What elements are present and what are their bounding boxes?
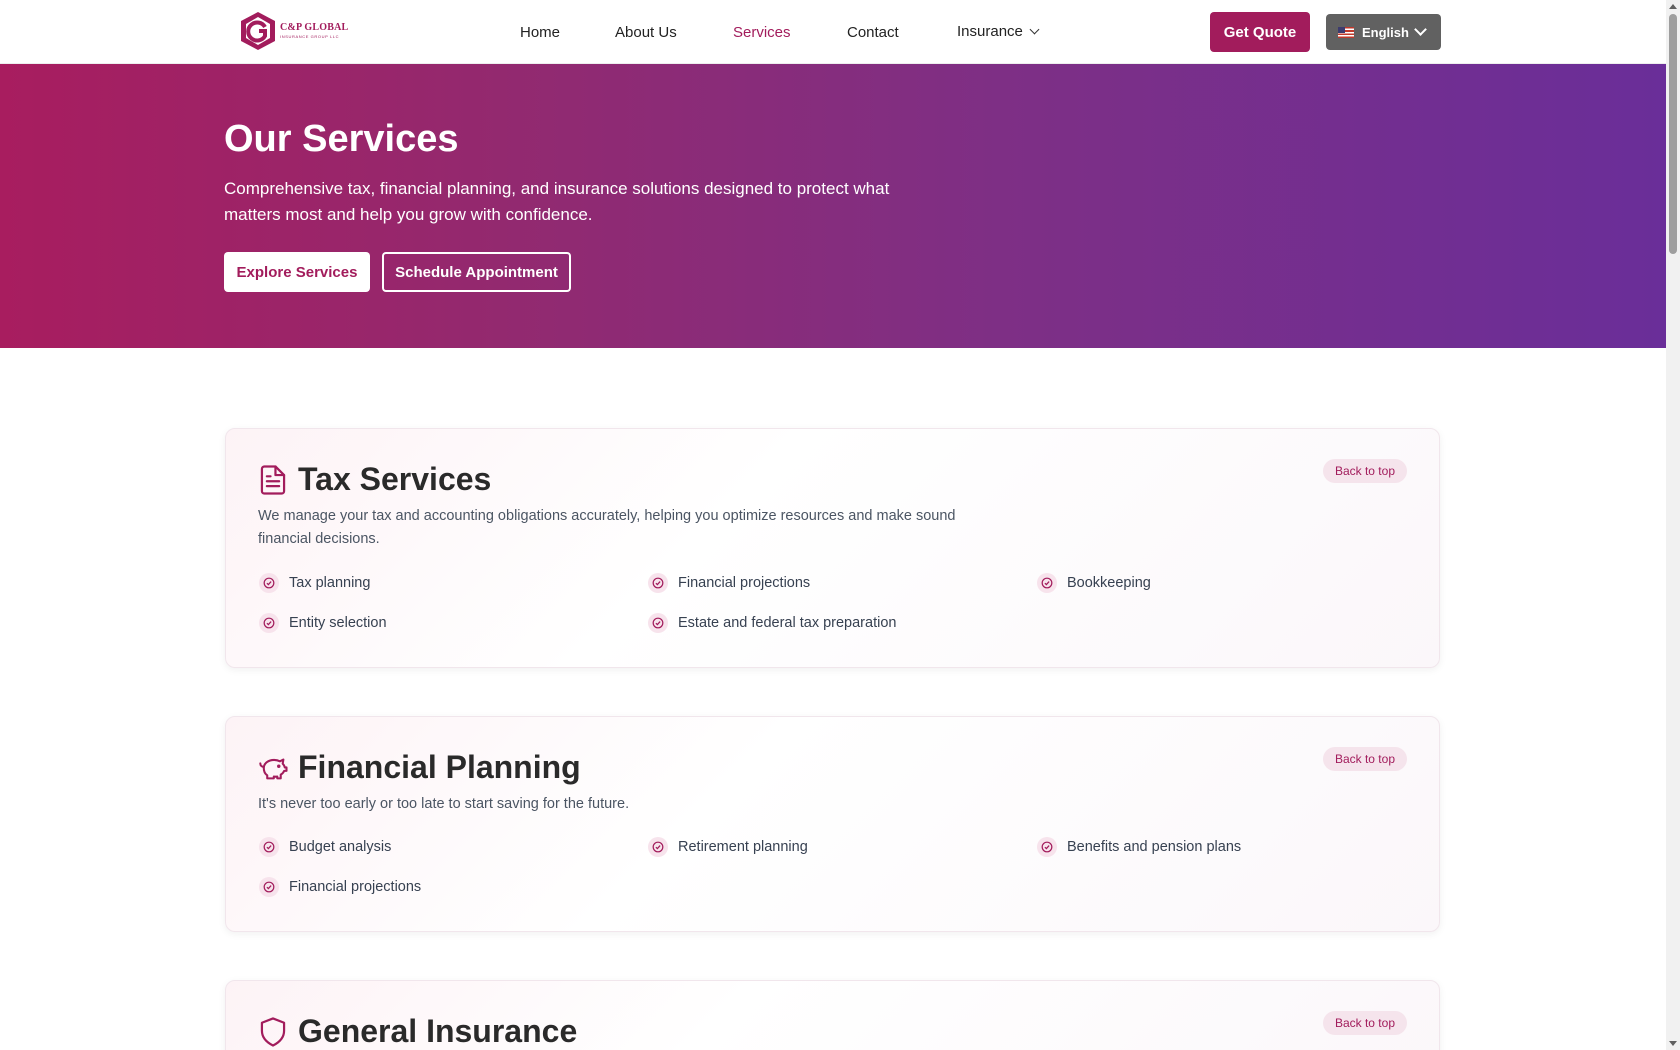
language-label: English [1362,24,1409,40]
document-icon [260,464,286,495]
back-to-top-button[interactable]: Back to top [1322,459,1407,483]
list-item: Financial projections [648,573,810,593]
back-to-top-button[interactable]: Back to top [1322,1011,1407,1035]
check-circle-icon [1037,573,1057,593]
check-circle-icon [648,613,668,633]
check-circle-icon [648,837,668,857]
check-circle-icon [259,573,279,593]
section-title: Tax Services [298,461,492,497]
logo-name: C&P GLOBAL [280,22,349,33]
logo-subtitle: INSURANCE GROUP LLC [280,34,340,39]
check-circle-icon [259,877,279,897]
section-tax-services: Tax Services Back to top We manage your … [225,428,1440,668]
list-item: Entity selection [259,613,387,633]
chevron-down-icon [1414,23,1427,36]
back-to-top-button[interactable]: Back to top [1322,747,1407,771]
logo-mark-icon [241,12,275,50]
get-quote-button[interactable]: Get Quote [1210,12,1310,52]
check-circle-icon [259,613,279,633]
shield-icon [260,1016,286,1047]
nav-services[interactable]: Services [733,24,791,41]
section-title: Financial Planning [298,749,581,785]
section-description: It's never too early or too late to star… [258,796,630,812]
list-item: Tax planning [259,573,370,593]
list-item: Benefits and pension plans [1037,837,1241,857]
site-header: C&P GLOBAL INSURANCE GROUP LLC Home Abou… [0,0,1666,64]
hero-banner: Our Services Comprehensive tax, financia… [0,64,1666,348]
nav-insurance-label: Insurance [957,23,1023,40]
scroll-down-icon[interactable] [1669,1041,1677,1046]
page-scrollbar[interactable] [1666,0,1680,1050]
list-item: Bookkeeping [1037,573,1151,593]
list-item: Retirement planning [648,837,808,857]
us-flag-icon [1338,26,1354,38]
list-item: Estate and federal tax preparation [648,613,896,633]
nav-insurance[interactable]: Insurance [957,23,1040,40]
check-circle-icon [648,573,668,593]
list-item: Budget analysis [259,837,391,857]
language-selector[interactable]: English [1326,14,1441,50]
check-circle-icon [259,837,279,857]
piggy-bank-icon [259,758,288,779]
logo[interactable]: C&P GLOBAL INSURANCE GROUP LLC [238,10,348,52]
schedule-appointment-button[interactable]: Schedule Appointment [382,252,571,292]
check-circle-icon [1037,837,1057,857]
explore-services-button[interactable]: Explore Services [224,252,370,292]
scroll-up-icon[interactable] [1669,4,1677,9]
section-description: We manage your tax and accounting obliga… [258,508,956,547]
section-title: General Insurance [298,1013,578,1049]
chevron-down-icon [1029,24,1040,35]
nav-contact[interactable]: Contact [847,24,899,41]
section-financial-planning: Financial Planning Back to top It's neve… [225,716,1440,932]
nav-home[interactable]: Home [520,24,560,41]
hero-subtitle: Comprehensive tax, financial planning, a… [224,179,890,224]
section-general-insurance: General Insurance Back to top [225,980,1440,1050]
page-title: Our Services [224,118,459,160]
scrollbar-thumb[interactable] [1669,14,1677,254]
list-item: Financial projections [259,877,421,897]
nav-about-us[interactable]: About Us [615,24,677,41]
